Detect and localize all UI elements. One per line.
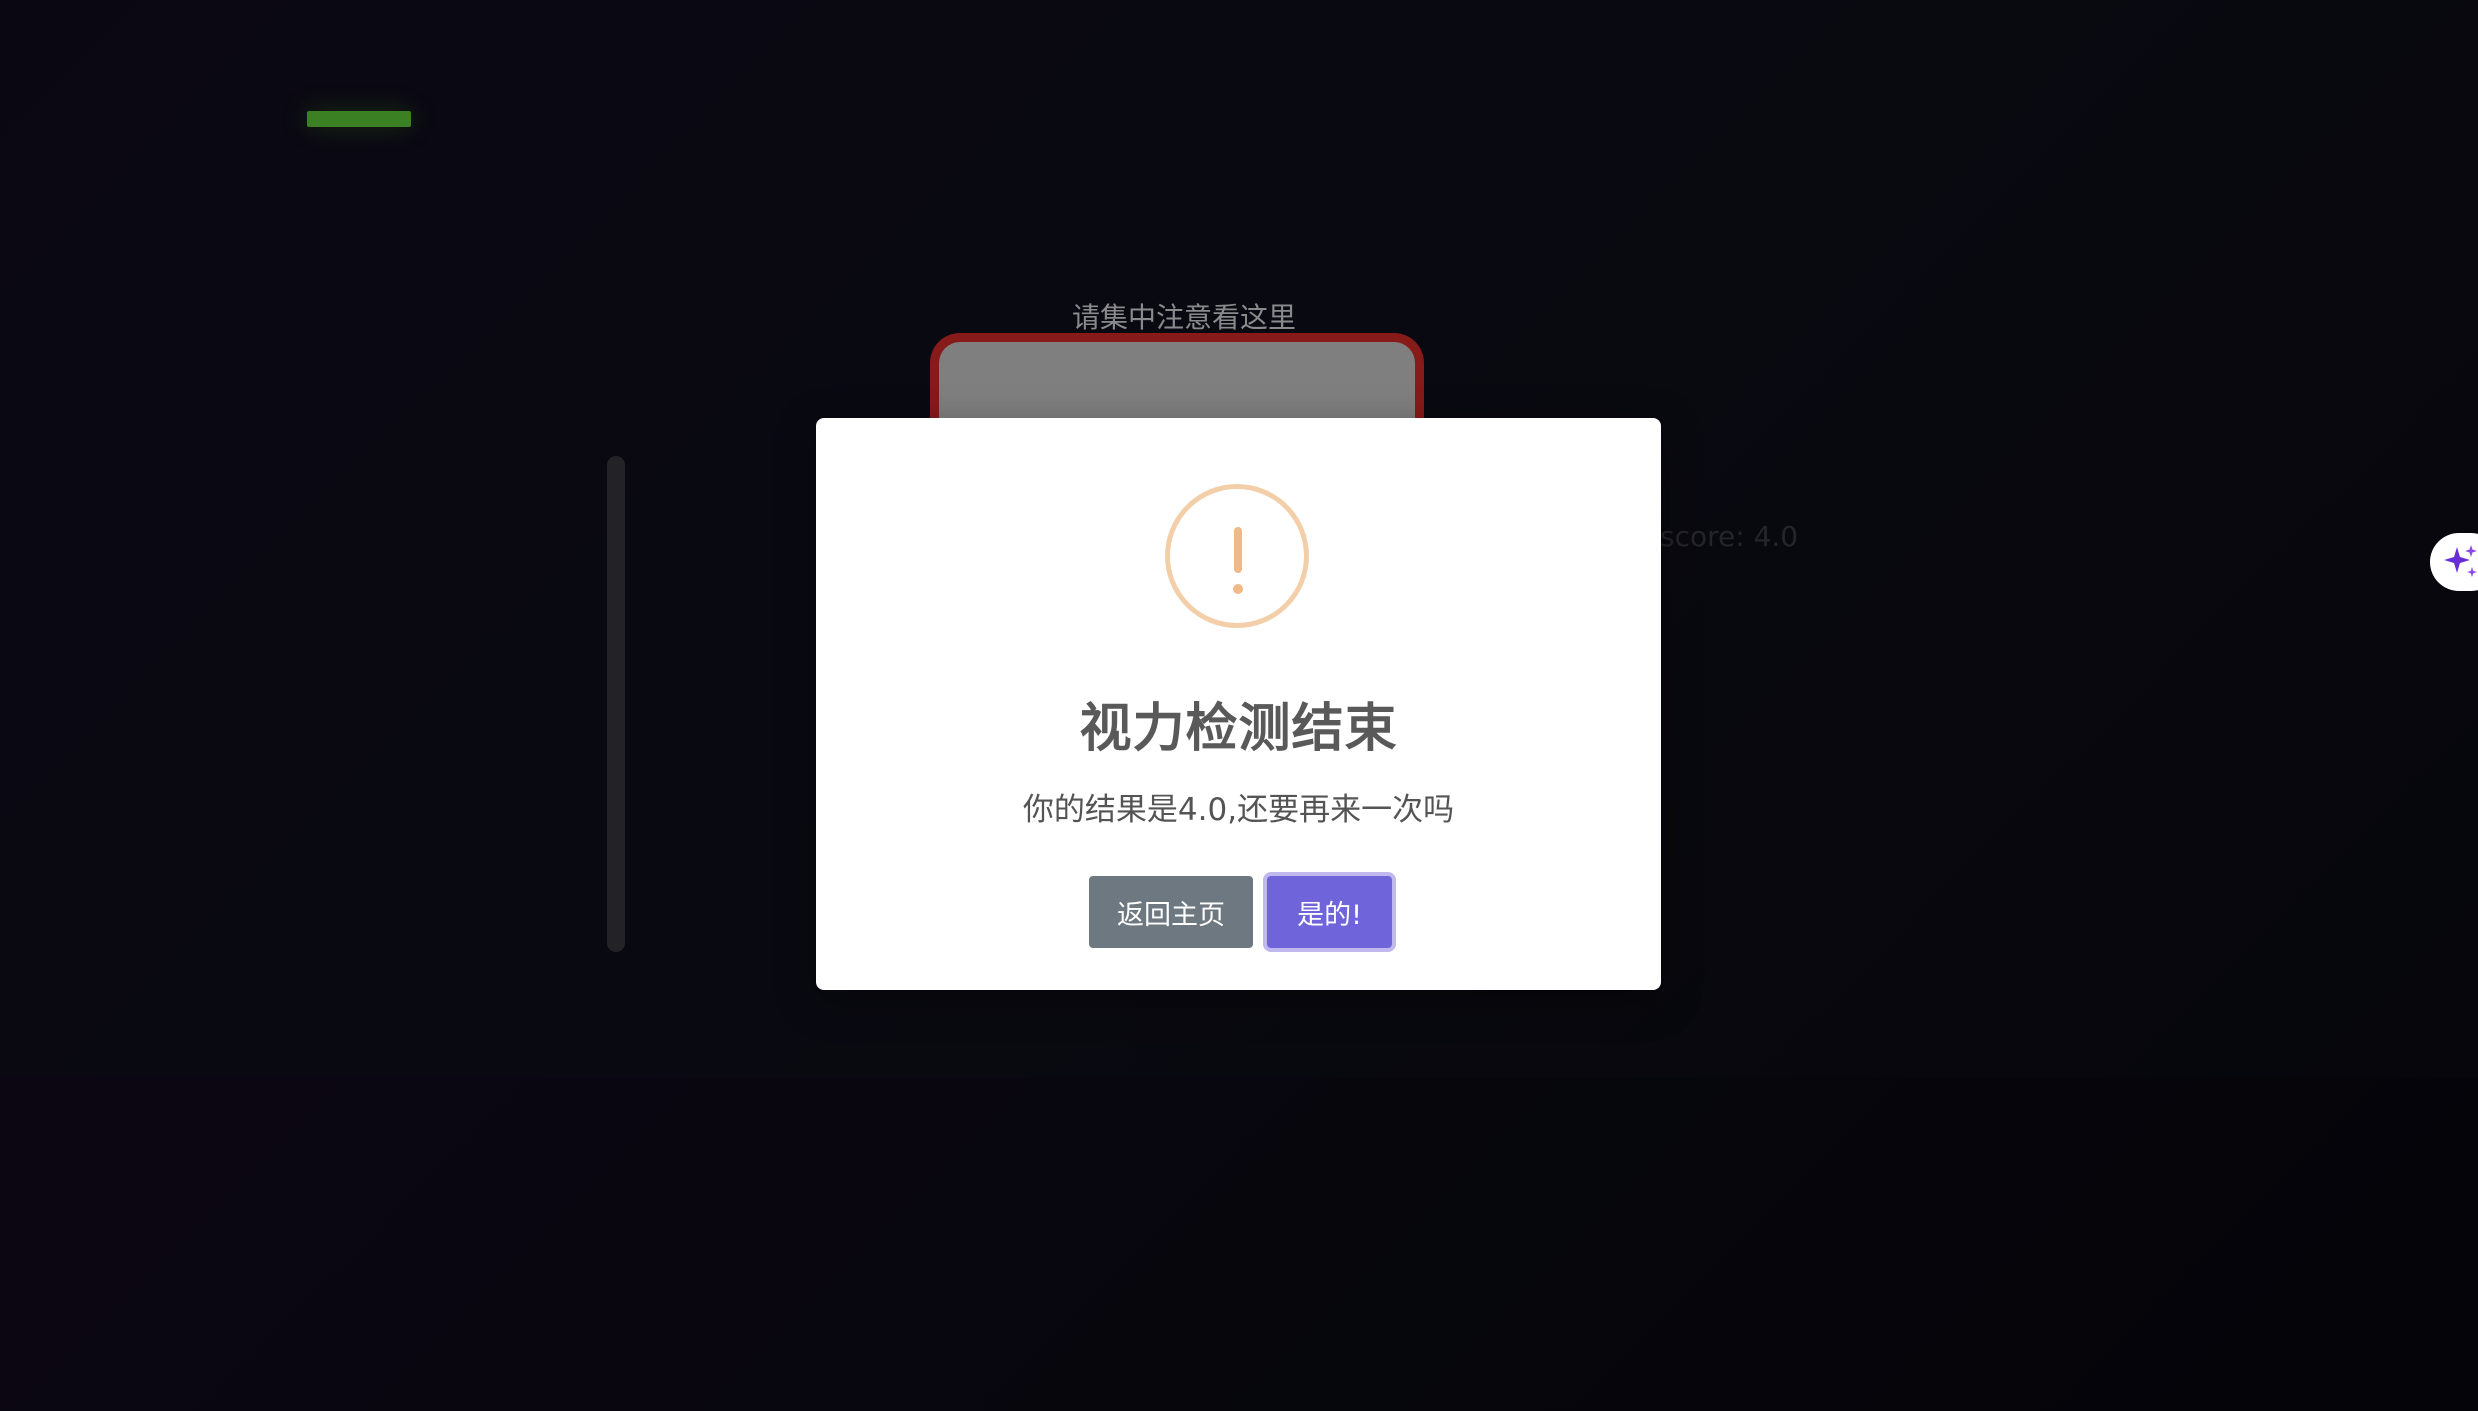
exclamation-dot	[1233, 584, 1243, 594]
dialog-title: 视力检测结束	[1079, 699, 1398, 759]
back-home-button[interactable]: 返回主页	[1089, 876, 1253, 948]
page: 请集中注意看这里 score: 4.0 视力检测结束 你的结果是4.0,还要再来…	[0, 0, 2478, 1411]
retry-button[interactable]: 是的!	[1267, 876, 1392, 948]
sparkles-icon	[2444, 545, 2477, 577]
result-dialog: 视力检测结束 你的结果是4.0,还要再来一次吗 返回主页 是的!	[816, 418, 1661, 990]
dialog-message: 你的结果是4.0,还要再来一次吗	[1022, 792, 1455, 828]
exclamation-bar	[1234, 527, 1242, 573]
exclamation-circle-icon	[1165, 484, 1309, 628]
